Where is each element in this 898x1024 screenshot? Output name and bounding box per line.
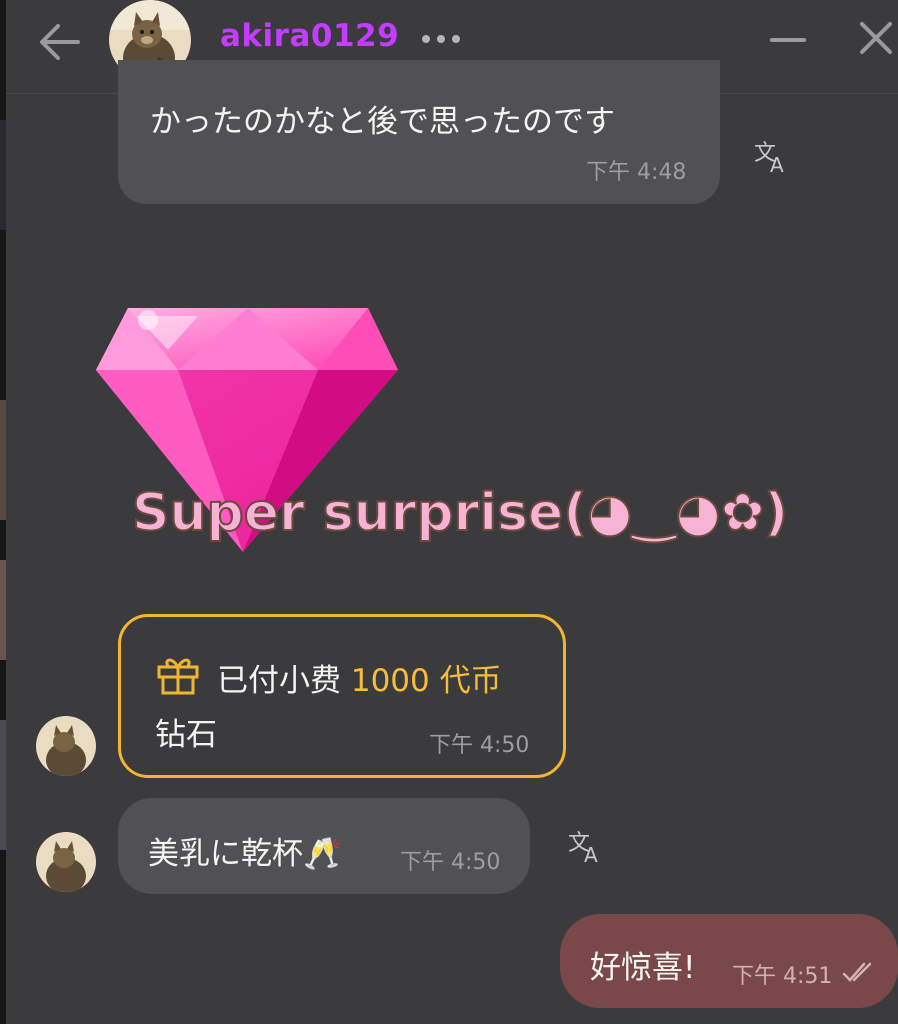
translate-icon: 文 A [754,141,784,177]
message-bubble-incoming[interactable]: かったのかなと後で思ったのです 下午 4:48 [118,60,720,204]
sticker-caption: Super surprise(◕‿◕✿) [131,482,789,544]
message-text: 好惊喜! [590,950,696,986]
message-text: かったのかなと後で思ったのです [150,104,615,140]
message-text: 美乳に乾杯🥂 [148,836,342,872]
left-edge-strip [0,0,6,1024]
gift-icon [157,658,199,695]
svg-text:A: A [770,153,784,177]
message-bubble-outgoing[interactable]: 好惊喜! 下午 4:51 [560,914,898,1008]
close-icon [860,22,892,54]
diamond-sticker[interactable]: Super surprise(◕‿◕✿) [88,290,818,570]
gift-tip-card[interactable]: 已付小费 1000 代币 钻石 下午 4:50 [118,614,566,778]
gift-item-name: 钻石 [155,717,217,753]
back-button[interactable] [36,20,84,64]
svg-text:A: A [584,843,598,867]
sender-avatar[interactable] [36,716,96,776]
sender-avatar[interactable] [36,832,96,892]
translate-button[interactable]: 文 A [566,828,606,868]
gift-label-text: 已付小费 [217,663,341,699]
close-button[interactable] [856,18,896,58]
minimize-button[interactable] [768,20,808,60]
message-time: 下午 4:51 [732,964,833,989]
more-options-button[interactable] [416,24,466,54]
minimize-icon [770,38,806,42]
message-time: 下午 4:50 [400,850,501,875]
back-arrow-icon [40,24,80,60]
gift-label: 已付小费 1000 代币 [217,655,502,700]
contact-username[interactable]: akira0129 [220,18,399,54]
message-time: 下午 4:50 [429,733,530,758]
double-check-icon [842,962,872,982]
translate-icon: 文 A [568,831,598,867]
translate-button[interactable]: 文 A [752,138,792,178]
more-dots-icon [422,35,460,43]
message-bubble-incoming[interactable]: 美乳に乾杯🥂 下午 4:50 [118,798,530,894]
svg-text:Super surprise(◕‿◕✿): Super surprise(◕‿◕✿) [132,483,788,543]
gift-amount: 1000 代币 [350,663,502,699]
message-time: 下午 4:48 [586,160,687,185]
